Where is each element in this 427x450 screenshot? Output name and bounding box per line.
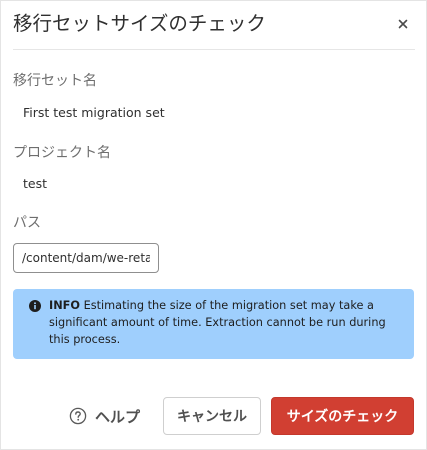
close-icon: [398, 19, 408, 29]
help-circle-icon: [69, 407, 87, 425]
dialog-title: 移行セットサイズのチェック: [13, 12, 266, 35]
info-alert: INFO Estimating the size of the migratio…: [13, 289, 414, 359]
help-label: ヘルプ: [95, 407, 141, 426]
close-button[interactable]: [395, 16, 411, 32]
info-message: Estimating the size of the migration set…: [49, 299, 386, 346]
dialog-header: 移行セットサイズのチェック: [13, 10, 415, 50]
project-label: プロジェクト名: [13, 145, 111, 161]
info-heading: INFO: [49, 299, 80, 312]
project-value: test: [23, 176, 48, 191]
help-link[interactable]: ヘルプ: [69, 403, 140, 429]
migration-set-label: 移行セット名: [13, 73, 97, 89]
path-label: パス: [13, 215, 41, 231]
check-size-button[interactable]: サイズのチェック: [271, 397, 414, 435]
check-size-dialog: 移行セットサイズのチェック 移行セット名 First test migratio…: [0, 0, 427, 450]
info-text: INFO Estimating the size of the migratio…: [49, 297, 399, 348]
path-input[interactable]: [13, 243, 159, 273]
info-icon: [29, 300, 41, 312]
migration-set-value: First test migration set: [23, 105, 165, 120]
cancel-button[interactable]: キャンセル: [163, 397, 261, 435]
